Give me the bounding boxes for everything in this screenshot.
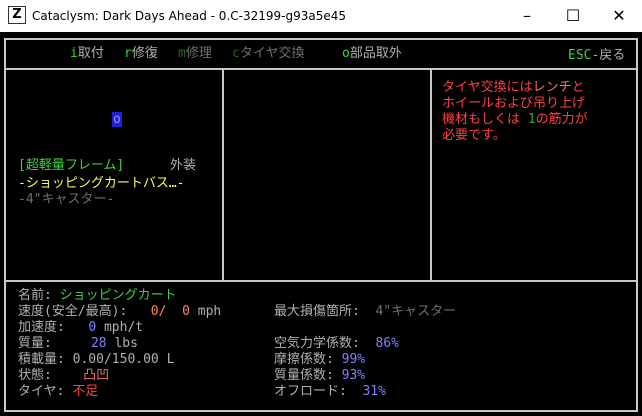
remove-label: 部品取外 [349,46,402,61]
msg-text: の筋力が [535,112,588,127]
stat-mass: 質量: 28 lbs [18,336,138,351]
msg-text: もしくは [468,112,528,127]
stat-label: 加速度: [18,320,65,335]
cargo-value: 0.00/150.00 L [72,352,175,367]
mend-hotkey: m [178,46,186,61]
stat-label: 質量係数: [274,368,334,383]
exterior-label: 外装 [170,158,197,173]
repair-label: 修復 [131,46,158,61]
maximize-button[interactable]: ☐ [550,0,596,32]
window-title: Cataclysm: Dark Days Ahead - 0.C-32199-g… [32,9,346,23]
menu-repair[interactable]: r修復 [124,46,158,61]
tire-label: タイヤ交換 [239,46,305,61]
remove-hotkey: o [342,46,350,61]
stat-most-damaged: 最大損傷箇所: 4"キャスター [274,304,456,319]
tire-value: 不足 [72,384,99,399]
stat-aerodynamics: 空気力学係数: 86% [274,336,399,351]
stat-name: 名前: ショッピングカート [18,288,177,303]
message-line-1: タイヤ交換にはレンチと [442,80,585,95]
status-value: 凸凹 [83,368,110,383]
menu-escape[interactable]: ESC-戻る [568,48,625,63]
esc-label: -戻る [591,48,626,63]
msg-text: と [571,80,585,95]
menu-install[interactable]: i取付 [70,46,104,61]
stat-status: 状態: 凸凹 [18,368,109,383]
stat-label: 速度(安全/最高): [18,304,128,319]
vehicle-grid-frame [4,68,224,282]
app-icon: Z [8,6,26,24]
stat-label: 質量: [18,336,52,351]
aero-value: 86% [375,336,399,351]
game-window: Z Cataclysm: Dark Days Ahead - 0.C-32199… [0,0,642,416]
stat-label: 空気力学係数: [274,336,360,351]
msg-item-equipment: 機材 [442,112,469,127]
menu-remove[interactable]: o部品取外 [342,46,402,61]
msg-item-wheel: ホイール [442,96,495,111]
stat-tires: タイヤ: 不足 [18,384,98,399]
msg-strength-value: 1 [527,112,536,127]
tire-hotkey: c [232,46,240,61]
parts-list-frame [222,68,432,282]
part-list-item-basket[interactable]: -ショッピングカートバス…- [18,176,184,191]
speed-safe: 0/ [150,304,167,319]
mend-label: 修理 [185,46,212,61]
esc-hotkey: ESC [568,48,592,63]
offroad-value: 31% [362,384,386,399]
frame-part-line[interactable]: [超軽量フレーム] [18,158,124,173]
friction-value: 99% [341,352,366,367]
stat-label: 積載量: [18,352,65,367]
stat-label: 状態: [18,368,52,383]
menu-change-tire[interactable]: cタイヤ交換 [232,46,304,61]
speed-max: 0 [182,304,190,319]
stat-offroad: オフロード: 31% [274,384,386,399]
mass-value: 28 [90,336,107,351]
message-line-4: 必要です。 [442,128,506,143]
install-label: 取付 [77,46,104,61]
accel-unit: mph/t [103,320,144,335]
stat-label: タイヤ: [18,384,65,399]
mass-unit: lbs [114,336,138,351]
menu-mend[interactable]: m修理 [178,46,212,61]
stat-mass-coefficient: 質量係数: 93% [274,368,365,383]
terminal-area: i取付 r修復 m修理 cタイヤ交換 o部品取外 ESC-戻る o [超軽量フレ… [0,32,642,416]
vehicle-name: ショッピングカート [59,288,177,303]
minimize-button[interactable]: – [504,0,550,32]
msg-item-jack: 吊り上げ [533,96,586,111]
msg-text: および [494,96,534,111]
message-line-3: 機材もしくは 1の筋力が [442,112,588,127]
close-button[interactable]: ✕ [596,0,642,32]
stat-label: 最大損傷箇所: [274,304,360,319]
cursor-glyph: o [112,112,122,127]
stat-label: 名前: [18,288,52,303]
msg-item-wrench: レンチ [532,80,572,95]
stat-speed: 速度(安全/最高): 0/ 0 mph [18,304,221,319]
stat-cargo: 積載量: 0.00/150.00 L [18,352,174,367]
repair-hotkey: r [124,46,132,61]
stat-label: オフロード: [274,384,347,399]
install-hotkey: i [70,46,78,61]
stat-label: 摩擦係数: [274,352,334,367]
message-line-2: ホイールおよび吊り上げ [442,96,585,111]
accel-value: 0 [88,320,97,335]
stat-acceleration: 加速度: 0 mph/t [18,320,143,335]
msg-text: タイヤ交換には [442,80,533,95]
most-damaged-value: 4"キャスター [375,304,457,319]
part-list-item-caster[interactable]: -4"キャスター- [18,192,114,207]
stat-friction: 摩擦係数: 99% [274,352,365,367]
speed-unit: mph [197,304,222,319]
vehicle-cursor[interactable]: o [112,112,122,127]
title-bar: Z Cataclysm: Dark Days Ahead - 0.C-32199… [0,0,642,32]
mass-coef-value: 93% [341,368,366,383]
